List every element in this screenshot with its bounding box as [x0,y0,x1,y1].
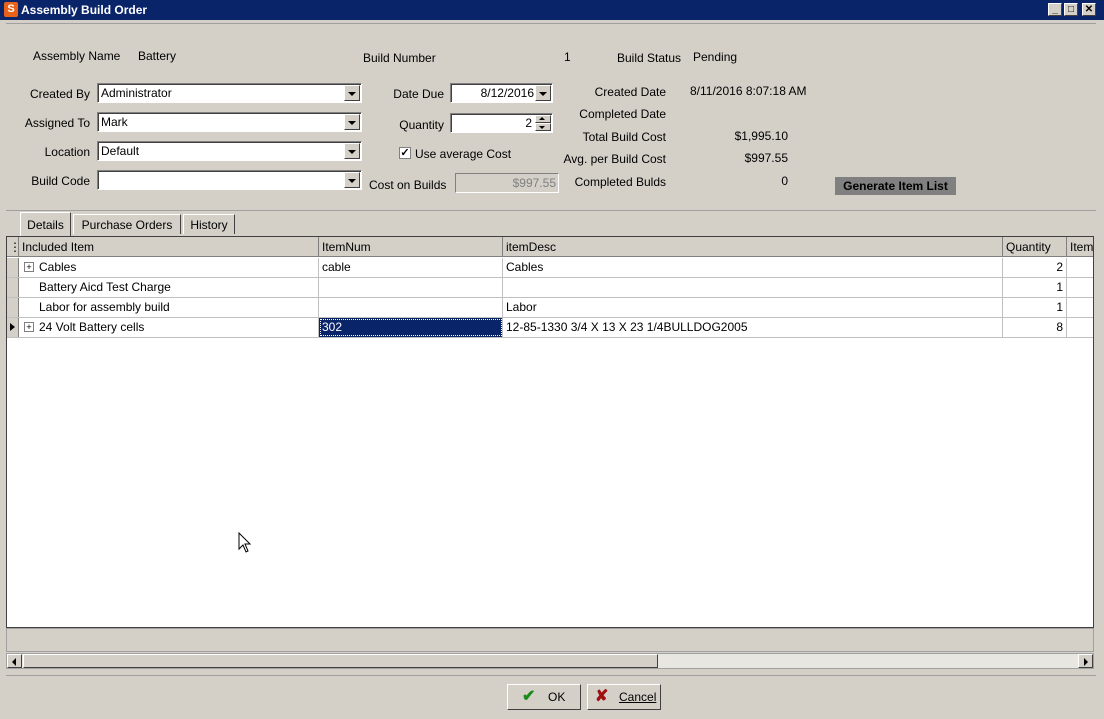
chevron-down-icon[interactable] [344,114,360,130]
cell-quantity[interactable]: 1 [1003,298,1067,317]
total-build-cost-label: Total Build Cost [582,130,666,144]
location-label: Location [44,145,90,159]
expand-icon[interactable]: + [24,262,34,272]
scroll-thumb[interactable] [23,654,658,668]
ok-label: OK [548,690,566,704]
current-row-arrow-icon [10,323,15,331]
assigned-to-label: Assigned To [24,116,90,130]
build-status-label: Build Status [617,51,682,65]
quantity-label: Quantity [399,118,444,132]
created-date-label: Created Date [594,85,666,99]
calendar-dropdown-icon[interactable] [535,85,551,101]
assembly-name-value: Battery [138,49,177,63]
row-indicator[interactable] [7,318,19,337]
expand-icon[interactable]: + [24,322,34,332]
cell-quantity[interactable]: 1 [1003,278,1067,297]
avg-per-build-cost-value: $997.55 [744,151,788,165]
cancel-label: Cancel [619,690,657,704]
created-date-value: 8/11/2016 8:07:18 AM [690,84,807,98]
chevron-down-icon[interactable] [344,143,360,159]
quantity-stepper[interactable]: 2 [450,113,553,133]
column-header-item[interactable]: Item [1067,237,1093,257]
column-chooser-icon[interactable]: ⋮ [7,237,19,257]
created-by-select[interactable]: Administrator [97,83,362,103]
assembly-name-label: Assembly Name [33,49,121,63]
generate-item-list-button[interactable]: Generate Item List [835,177,956,195]
build-number-label: Build Number [363,51,436,65]
window-title: Assembly Build Order [21,3,148,17]
cell-included-item[interactable]: Cables [36,258,319,277]
avg-per-build-cost-label: Avg. per Build Cost [563,152,667,166]
chevron-down-icon[interactable] [344,85,360,101]
table-row[interactable]: + Cables cable Cables 2 [7,258,1093,278]
spin-up-icon[interactable] [535,115,551,123]
cancel-button[interactable]: ✘ Cancel [587,684,661,710]
completed-builds-label: Completed Bulds [574,175,666,189]
cell-included-item[interactable]: Labor for assembly build [36,298,319,317]
column-header-quantity[interactable]: Quantity [1003,237,1067,257]
build-status-value: Pending [693,50,738,64]
chevron-down-icon[interactable] [344,172,360,188]
row-indicator[interactable] [7,258,19,277]
total-build-cost-value: $1,995.10 [734,129,788,143]
cell-quantity[interactable]: 2 [1003,258,1067,277]
horizontal-scrollbar[interactable] [6,653,1094,669]
date-due-label: Date Due [393,87,444,101]
column-header-itemnum[interactable]: ItemNum [319,237,503,257]
location-select[interactable]: Default [97,141,362,161]
cell-itemdesc[interactable]: 12-85-1330 3/4 X 13 X 23 1/4BULLDOG2005 [503,318,1003,337]
use-average-cost-label: Use average Cost [415,147,512,161]
included-items-grid[interactable]: ⋮ Included Item ItemNum itemDesc Quantit… [6,236,1094,628]
completed-date-label: Completed Date [579,107,666,121]
build-code-label: Build Code [31,174,90,188]
created-by-label: Created By [29,87,90,101]
scroll-right-icon[interactable] [1078,654,1093,668]
tab-history[interactable]: History [183,214,235,234]
column-header-included-item[interactable]: Included Item [19,237,319,257]
cost-on-builds-label: Cost on Builds [369,178,447,192]
cell-included-item[interactable]: Battery Aicd Test Charge [36,278,319,297]
column-header-itemdesc[interactable]: itemDesc [503,237,1003,257]
cell-itemnum[interactable] [319,278,503,297]
scroll-left-icon[interactable] [7,654,22,668]
use-average-cost-checkbox[interactable]: ✓ [399,147,411,159]
cell-itemnum[interactable] [319,298,503,317]
mouse-cursor-icon [238,532,252,553]
table-row[interactable]: Labor for assembly build Labor 1 [7,298,1093,318]
cell-included-item[interactable]: 24 Volt Battery cells [36,318,319,337]
tab-details[interactable]: Details [20,212,71,236]
ok-button[interactable]: ✔ OK [507,684,581,710]
minimize-button[interactable]: _ [1048,3,1062,16]
close-button[interactable]: ✕ [1082,3,1096,16]
cell-quantity[interactable]: 8 [1003,318,1067,337]
title-bar: S Assembly Build Order _ □ ✕ [0,0,1104,20]
assigned-to-select[interactable]: Mark [97,112,362,132]
cell-itemnum[interactable]: 302 [319,318,503,337]
cell-itemnum[interactable]: cable [319,258,503,277]
spin-down-icon[interactable] [535,123,551,131]
build-code-select[interactable] [97,170,362,190]
cell-itemdesc[interactable]: Labor [503,298,1003,317]
date-due-picker[interactable]: 8/12/2016 [450,83,553,103]
cancel-x-icon: ✘ [595,688,609,705]
app-icon: S [4,2,18,17]
maximize-button[interactable]: □ [1064,3,1078,16]
completed-builds-value: 0 [781,174,788,188]
cell-itemdesc[interactable]: Cables [503,258,1003,277]
row-indicator[interactable] [7,278,19,297]
cell-itemdesc[interactable] [503,278,1003,297]
table-row[interactable]: Battery Aicd Test Charge 1 [7,278,1093,298]
build-number-value: 1 [564,50,571,64]
checkmark-icon: ✔ [522,688,536,705]
table-row[interactable]: + 24 Volt Battery cells 302 12-85-1330 3… [7,318,1093,338]
row-indicator[interactable] [7,298,19,317]
grid-footer [6,628,1094,652]
tab-purchase-orders[interactable]: Purchase Orders [73,214,181,234]
